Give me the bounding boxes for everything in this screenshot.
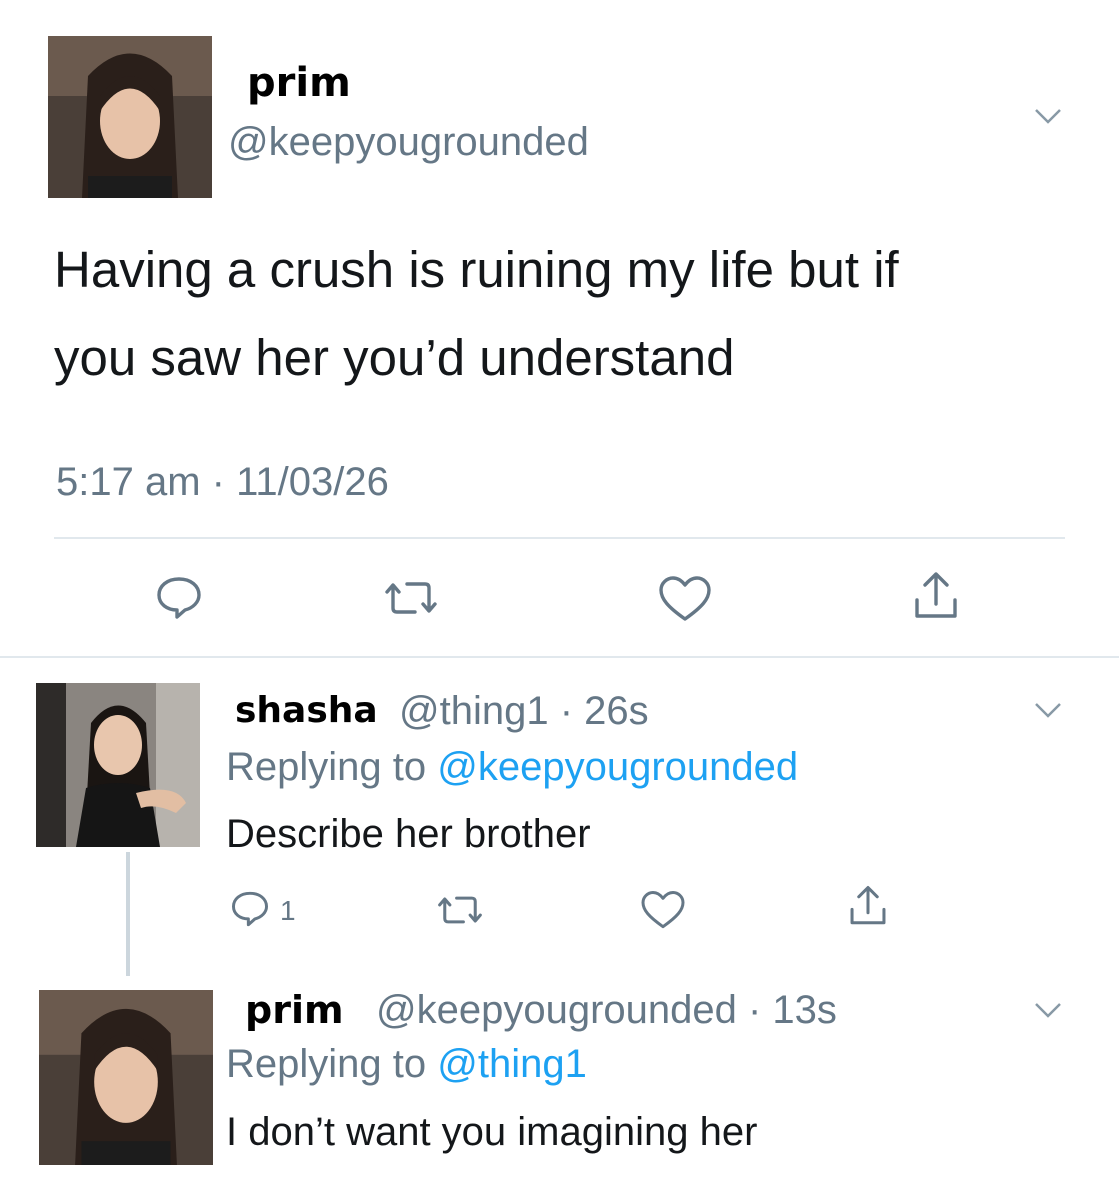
like-icon[interactable] — [658, 575, 712, 623]
display-name[interactable]: shasha — [235, 690, 378, 731]
avatar[interactable] — [36, 683, 200, 847]
replying-to-line: Replying to @thing1 — [226, 1042, 587, 1087]
display-name[interactable]: prim — [245, 988, 344, 1032]
avatar-photo — [48, 36, 212, 198]
handle[interactable]: @keepyougrounded — [228, 120, 589, 165]
reply-icon[interactable] — [155, 575, 203, 621]
chevron-down-icon[interactable] — [1033, 106, 1063, 126]
retweet-icon[interactable] — [385, 578, 437, 618]
display-name[interactable]: prim — [247, 60, 351, 106]
divider — [54, 537, 1065, 539]
thread-line — [126, 852, 130, 976]
reply-text: Describe her brother — [226, 812, 591, 856]
like-icon[interactable] — [640, 890, 686, 930]
reply-icon[interactable] — [230, 890, 270, 928]
retweet-icon[interactable] — [438, 893, 482, 927]
chevron-down-icon[interactable] — [1033, 1000, 1063, 1020]
mention-link[interactable]: @keepyougrounded — [437, 745, 798, 789]
replying-prefix: Replying to — [226, 1042, 438, 1086]
avatar-photo — [39, 990, 213, 1165]
tweet-text-line2: you saw her you’d understand — [54, 329, 735, 386]
handle-time[interactable]: @keepyougrounded · 13s — [376, 988, 837, 1033]
avatar[interactable] — [39, 990, 213, 1165]
reply-text: I don’t want you imagining her — [226, 1110, 758, 1154]
avatar-photo — [36, 683, 200, 847]
handle-time[interactable]: @thing1 · 26s — [399, 689, 649, 734]
share-icon[interactable] — [911, 570, 961, 622]
chevron-down-icon[interactable] — [1033, 700, 1063, 720]
replying-to-line: Replying to @keepyougrounded — [226, 745, 798, 790]
mention-link[interactable]: @thing1 — [437, 1042, 587, 1086]
reply-count: 1 — [280, 895, 296, 926]
share-icon[interactable] — [847, 884, 889, 928]
divider — [0, 656, 1119, 658]
timestamp[interactable]: 5:17 am · 11/03/26 — [56, 460, 389, 505]
tweet-text-line1: Having a crush is ruining my life but if — [54, 241, 899, 298]
avatar[interactable] — [48, 36, 212, 198]
replying-prefix: Replying to — [226, 745, 438, 789]
